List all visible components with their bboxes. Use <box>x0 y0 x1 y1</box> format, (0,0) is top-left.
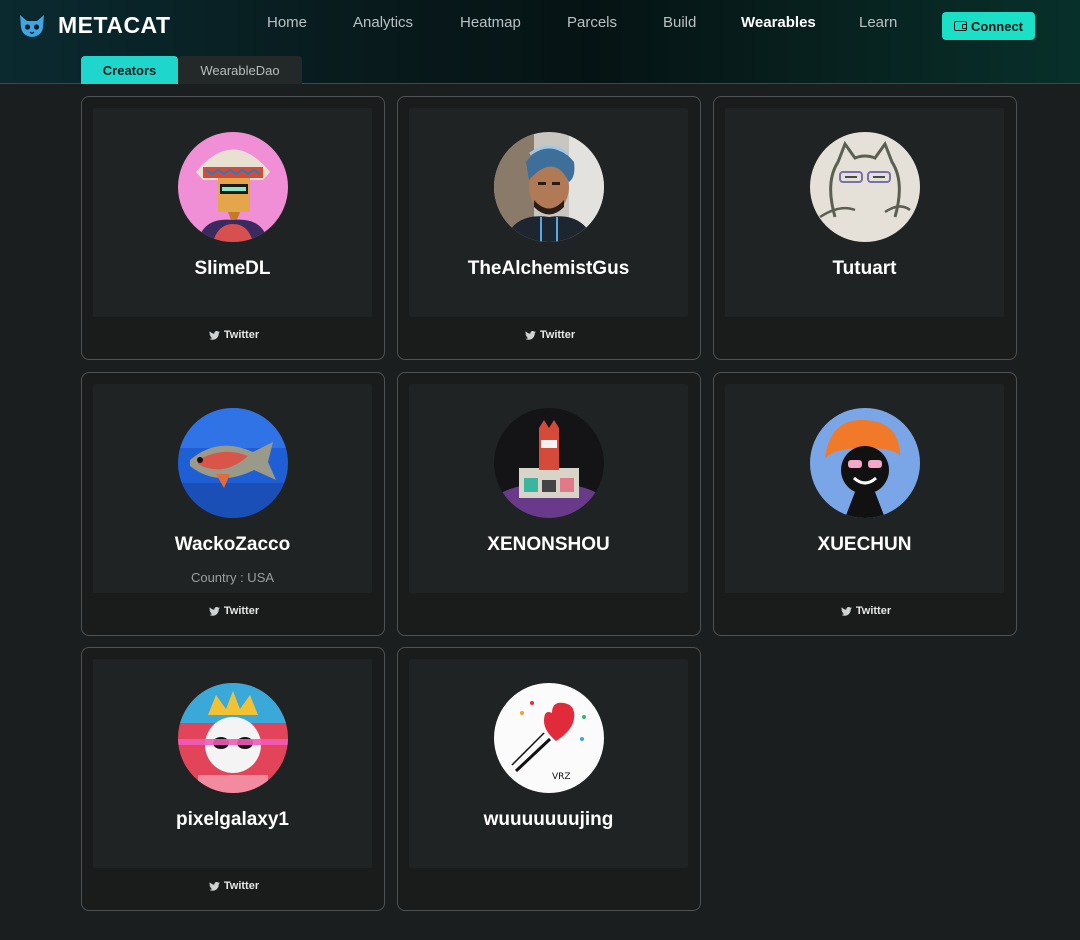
twitter-label: Twitter <box>855 605 892 617</box>
main-nav: Home Analytics Heatmap Parcels Build Wea… <box>0 14 1080 34</box>
creator-card[interactable]: Tutuart <box>713 96 1017 360</box>
creator-card-body: VRZ wuuuuuuujing <box>409 659 688 868</box>
avatar <box>810 132 920 242</box>
twitter-icon <box>524 330 536 340</box>
twitter-link[interactable]: Twitter <box>82 329 386 341</box>
nav-home[interactable]: Home <box>267 14 307 31</box>
creator-name: pixelgalaxy1 <box>175 809 290 830</box>
twitter-icon <box>208 606 220 616</box>
avatar <box>178 683 288 793</box>
twitter-icon <box>840 606 852 616</box>
creator-card[interactable]: XUECHUN Twitter <box>713 372 1017 636</box>
avatar <box>494 132 604 242</box>
connect-label: Connect <box>971 18 1023 34</box>
creator-card-body: Tutuart <box>725 108 1004 317</box>
twitter-label: Twitter <box>223 605 260 617</box>
creator-card-body: XUECHUN <box>725 384 1004 593</box>
creator-card[interactable]: TheAlchemistGus Twitter <box>397 96 701 360</box>
avatar <box>494 408 604 518</box>
creator-name: WackoZacco <box>174 534 291 555</box>
twitter-label: Twitter <box>223 329 260 341</box>
tab-wearabledao[interactable]: WearableDao <box>178 56 302 84</box>
creator-card-body: XENONSHOU <box>409 384 688 593</box>
creator-name: XUECHUN <box>817 534 912 555</box>
creator-name: wuuuuuuujing <box>483 809 614 830</box>
creator-card-body: SlimeDL <box>93 108 372 317</box>
creator-card[interactable]: XENONSHOU <box>397 372 701 636</box>
connect-button[interactable]: Connect <box>942 12 1035 40</box>
twitter-label: Twitter <box>539 329 576 341</box>
creator-name: TheAlchemistGus <box>467 258 630 279</box>
creator-card[interactable]: VRZ wuuuuuuujing <box>397 647 701 911</box>
tab-creators[interactable]: Creators <box>81 56 178 84</box>
creator-card[interactable]: pixelgalaxy1 Twitter <box>81 647 385 911</box>
nav-build[interactable]: Build <box>663 14 696 31</box>
creator-card-body: pixelgalaxy1 <box>93 659 372 868</box>
twitter-icon <box>208 330 220 340</box>
nav-learn[interactable]: Learn <box>859 14 897 31</box>
wallet-icon <box>954 21 967 31</box>
twitter-link[interactable]: Twitter <box>398 329 702 341</box>
nav-analytics[interactable]: Analytics <box>353 14 413 31</box>
twitter-icon <box>208 881 220 891</box>
creator-card[interactable]: WackoZacco Country : USA Twitter <box>81 372 385 636</box>
creator-card[interactable]: SlimeDL Twitter <box>81 96 385 360</box>
twitter-label: Twitter <box>223 880 260 892</box>
creator-name: Tutuart <box>832 258 897 279</box>
top-header: METACAT Home Analytics Heatmap Parcels B… <box>0 0 1080 84</box>
avatar: VRZ <box>494 683 604 793</box>
avatar <box>178 132 288 242</box>
creator-country: Country : USA <box>190 570 275 585</box>
creator-name: SlimeDL <box>194 258 271 279</box>
svg-text:VRZ: VRZ <box>552 772 571 782</box>
creator-card-body: WackoZacco Country : USA <box>93 384 372 593</box>
nav-wearables[interactable]: Wearables <box>741 14 816 31</box>
twitter-link[interactable]: Twitter <box>82 605 386 617</box>
creator-name: XENONSHOU <box>487 534 610 555</box>
nav-heatmap[interactable]: Heatmap <box>460 14 521 31</box>
twitter-link[interactable]: Twitter <box>714 605 1018 617</box>
sub-tabs: Creators WearableDao <box>81 56 302 84</box>
creator-card-body: TheAlchemistGus <box>409 108 688 317</box>
twitter-link[interactable]: Twitter <box>82 880 386 892</box>
avatar <box>178 408 288 518</box>
avatar <box>810 408 920 518</box>
nav-parcels[interactable]: Parcels <box>567 14 617 31</box>
